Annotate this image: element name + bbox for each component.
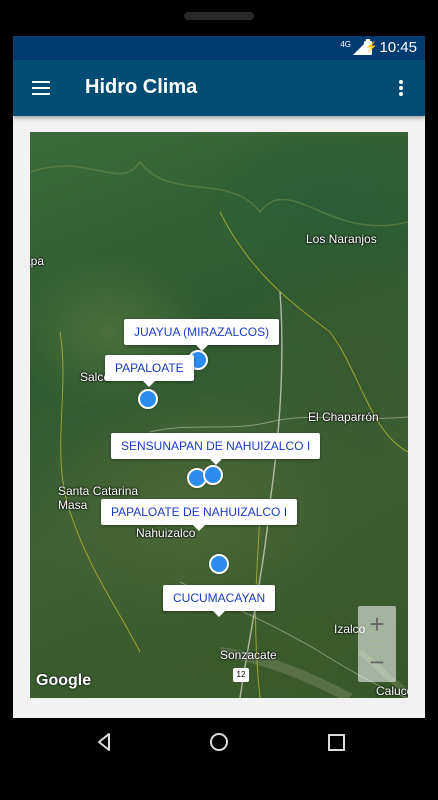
zoom-controls: + −: [358, 606, 396, 682]
google-attribution: Google: [36, 672, 92, 689]
back-icon[interactable]: [92, 730, 116, 754]
earpiece-speaker: [184, 12, 254, 20]
place-label-sonzacate: Sonzacate: [220, 648, 277, 662]
place-label-los-naranjos: Los Naranjos: [306, 232, 377, 246]
station-callout[interactable]: SENSUNAPAN DE NAHUIZALCO I: [111, 433, 321, 465]
screen: 4G ⚡ 10:45 Hidro Clima Los Naranjos apa …: [13, 36, 425, 718]
phone-top-bezel: [0, 0, 438, 36]
place-label-santa-catarina: Santa Catarina: [58, 484, 139, 498]
menu-icon[interactable]: [28, 74, 56, 102]
station-callout[interactable]: CUCUMACAYAN: [163, 585, 276, 617]
station-callout[interactable]: PAPALOATE: [105, 355, 194, 387]
app-bar: Hidro Clima: [13, 60, 425, 116]
map-view[interactable]: Los Naranjos apa Salco El Chaparrón Sant…: [30, 132, 408, 698]
status-bar: 4G ⚡ 10:45: [13, 36, 425, 60]
overflow-menu-icon[interactable]: [389, 74, 413, 102]
battery-icon: ⚡: [364, 39, 378, 55]
place-label-caluco: Caluco: [376, 684, 408, 698]
place-label-el-chaparron: El Chaparrón: [308, 410, 379, 424]
navigation-bar: [0, 718, 438, 764]
recents-icon[interactable]: [324, 730, 348, 754]
road-shield-12: 12: [233, 668, 249, 682]
place-label-masahuat: Masa: [58, 498, 88, 512]
station-marker-cucumacayan[interactable]: [209, 554, 229, 574]
place-label-nahuizalco: Nahuizalco: [136, 526, 196, 540]
home-icon[interactable]: [207, 730, 231, 754]
zoom-out-button[interactable]: −: [358, 644, 396, 682]
station-callout[interactable]: JUAYUA (MIRAZALCOS): [124, 319, 280, 351]
station-marker-papaloate-nahuizalco[interactable]: [203, 465, 223, 485]
station-callout[interactable]: PAPALOATE DE NAHUIZALCO I: [101, 499, 298, 531]
app-title: Hidro Clima: [85, 76, 198, 98]
station-marker-papaloate[interactable]: [138, 389, 158, 409]
zoom-in-button[interactable]: +: [358, 606, 396, 644]
status-time: 10:45: [379, 39, 417, 56]
network-type: 4G: [340, 40, 351, 49]
place-label-apa: apa: [30, 254, 45, 268]
